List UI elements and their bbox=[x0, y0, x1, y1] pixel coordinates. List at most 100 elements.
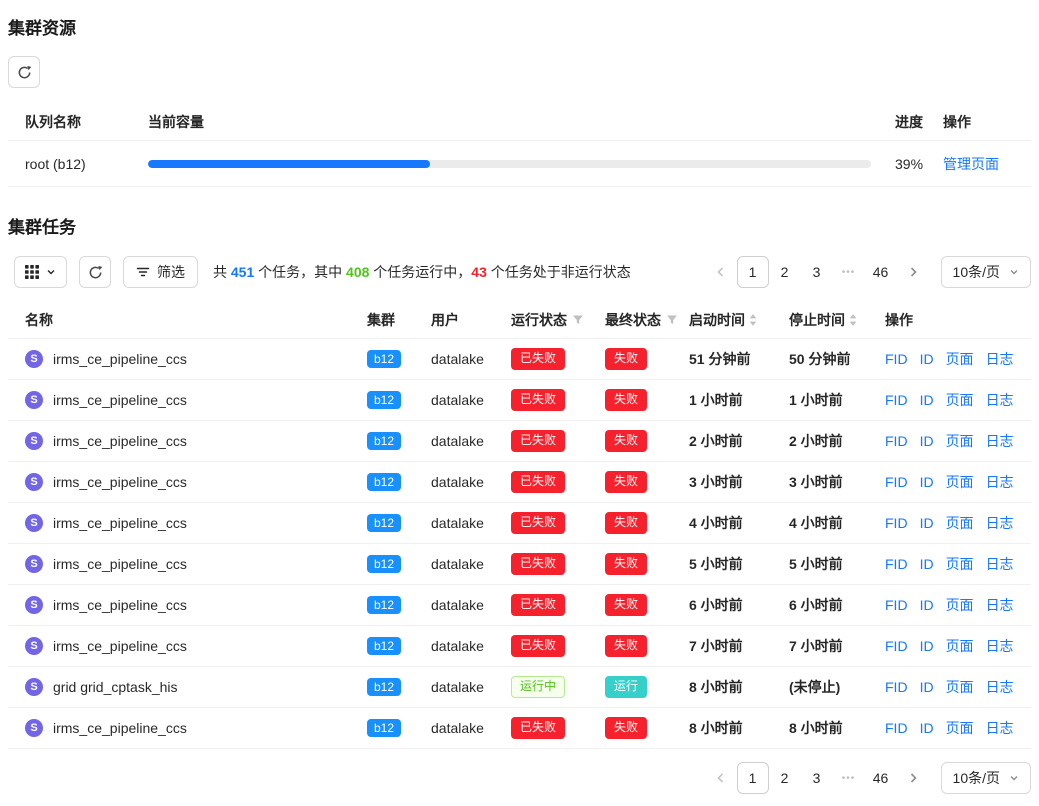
id-link[interactable]: ID bbox=[920, 392, 934, 408]
page-button-3[interactable]: 3 bbox=[801, 762, 833, 794]
log-link[interactable]: 日志 bbox=[986, 513, 1014, 533]
task-row: S irms_ce_pipeline_ccs b12 datalake 已失败 … bbox=[8, 380, 1031, 421]
summary-text: 共 bbox=[213, 264, 231, 280]
col-header-user: 用户 bbox=[431, 310, 511, 330]
refresh-icon bbox=[17, 65, 32, 80]
layout-dropdown-button[interactable] bbox=[14, 256, 67, 288]
resources-refresh-button[interactable] bbox=[8, 56, 40, 88]
fid-link[interactable]: FID bbox=[885, 351, 908, 367]
manage-page-link[interactable]: 管理页面 bbox=[943, 156, 999, 172]
fid-link[interactable]: FID bbox=[885, 515, 908, 531]
spark-avatar-icon: S bbox=[25, 350, 43, 368]
fid-link[interactable]: FID bbox=[885, 638, 908, 654]
page-button-2[interactable]: 2 bbox=[769, 762, 801, 794]
fid-link[interactable]: FID bbox=[885, 597, 908, 613]
footer: 1 2 3 ••• 46 10条/页 bbox=[8, 762, 1031, 794]
page-button-2[interactable]: 2 bbox=[769, 256, 801, 288]
page-button-46[interactable]: 46 bbox=[865, 256, 897, 288]
tasks-table-header: 名称 集群 用户 运行状态 最终状态 启动时间 bbox=[8, 302, 1031, 339]
next-page-button[interactable] bbox=[897, 762, 929, 794]
page-link[interactable]: 页面 bbox=[946, 472, 974, 492]
page-link[interactable]: 页面 bbox=[946, 595, 974, 615]
page-link[interactable]: 页面 bbox=[946, 349, 974, 369]
page-link[interactable]: 页面 bbox=[946, 636, 974, 656]
funnel-filter-icon[interactable] bbox=[572, 314, 584, 326]
col-header-start-time: 启动时间 bbox=[689, 310, 789, 330]
filter-button[interactable]: 筛选 bbox=[123, 256, 198, 288]
prev-page-button[interactable] bbox=[705, 256, 737, 288]
fid-link[interactable]: FID bbox=[885, 433, 908, 449]
log-link[interactable]: 日志 bbox=[986, 718, 1014, 738]
id-link[interactable]: ID bbox=[920, 515, 934, 531]
start-time: 4 小时前 bbox=[689, 513, 789, 533]
summary-text: 个任务运行中， bbox=[369, 264, 471, 280]
fid-link[interactable]: FID bbox=[885, 474, 908, 490]
id-link[interactable]: ID bbox=[920, 474, 934, 490]
task-row: S irms_ce_pipeline_ccs b12 datalake 已失败 … bbox=[8, 339, 1031, 380]
funnel-filter-icon[interactable] bbox=[666, 314, 678, 326]
grid-icon bbox=[25, 265, 39, 279]
fid-link[interactable]: FID bbox=[885, 679, 908, 695]
pagination-ellipsis[interactable]: ••• bbox=[833, 773, 865, 784]
task-name: irms_ce_pipeline_ccs bbox=[53, 392, 187, 408]
log-link[interactable]: 日志 bbox=[986, 595, 1014, 615]
id-link[interactable]: ID bbox=[920, 597, 934, 613]
log-link[interactable]: 日志 bbox=[986, 431, 1014, 451]
sort-icon[interactable] bbox=[848, 313, 858, 327]
page-link[interactable]: 页面 bbox=[946, 431, 974, 451]
page-link[interactable]: 页面 bbox=[946, 718, 974, 738]
stop-time: (未停止) bbox=[789, 677, 885, 697]
task-row: S irms_ce_pipeline_ccs b12 datalake 已失败 … bbox=[8, 626, 1031, 667]
next-page-button[interactable] bbox=[897, 256, 929, 288]
task-row: S irms_ce_pipeline_ccs b12 datalake 已失败 … bbox=[8, 421, 1031, 462]
task-summary: 共 451 个任务，其中 408 个任务运行中，43 个任务处于非运行状态 bbox=[213, 262, 631, 282]
log-link[interactable]: 日志 bbox=[986, 390, 1014, 410]
page-size-select[interactable]: 10条/页 bbox=[941, 256, 1031, 288]
pagination-bottom: 1 2 3 ••• 46 10条/页 bbox=[705, 762, 1031, 794]
prev-page-button[interactable] bbox=[705, 762, 737, 794]
page-button-3[interactable]: 3 bbox=[801, 256, 833, 288]
page-button-1[interactable]: 1 bbox=[737, 256, 769, 288]
page-link[interactable]: 页面 bbox=[946, 513, 974, 533]
log-link[interactable]: 日志 bbox=[986, 472, 1014, 492]
id-link[interactable]: ID bbox=[920, 679, 934, 695]
fid-link[interactable]: FID bbox=[885, 392, 908, 408]
run-status-badge: 运行中 bbox=[511, 676, 565, 698]
final-status-badge: 失败 bbox=[605, 512, 647, 534]
log-link[interactable]: 日志 bbox=[986, 677, 1014, 697]
page-size-select[interactable]: 10条/页 bbox=[941, 762, 1031, 794]
cluster-badge: b12 bbox=[367, 555, 401, 573]
id-link[interactable]: ID bbox=[920, 720, 934, 736]
run-status-badge: 已失败 bbox=[511, 389, 565, 411]
id-link[interactable]: ID bbox=[920, 351, 934, 367]
task-user: datalake bbox=[431, 597, 511, 613]
id-link[interactable]: ID bbox=[920, 556, 934, 572]
page-link[interactable]: 页面 bbox=[946, 554, 974, 574]
task-row: S irms_ce_pipeline_ccs b12 datalake 已失败 … bbox=[8, 585, 1031, 626]
page-button-46[interactable]: 46 bbox=[865, 762, 897, 794]
page-link[interactable]: 页面 bbox=[946, 390, 974, 410]
sort-icon[interactable] bbox=[748, 313, 758, 327]
log-link[interactable]: 日志 bbox=[986, 554, 1014, 574]
log-link[interactable]: 日志 bbox=[986, 636, 1014, 656]
final-status-badge: 失败 bbox=[605, 635, 647, 657]
tasks-refresh-button[interactable] bbox=[79, 256, 111, 288]
spark-avatar-icon: S bbox=[25, 555, 43, 573]
start-time: 3 小时前 bbox=[689, 472, 789, 492]
id-link[interactable]: ID bbox=[920, 638, 934, 654]
start-time: 1 小时前 bbox=[689, 390, 789, 410]
pagination-ellipsis[interactable]: ••• bbox=[833, 267, 865, 278]
col-header-action: 操作 bbox=[943, 112, 1031, 132]
task-user: datalake bbox=[431, 392, 511, 408]
final-status-badge: 运行 bbox=[605, 676, 647, 698]
page-button-1[interactable]: 1 bbox=[737, 762, 769, 794]
page-link[interactable]: 页面 bbox=[946, 677, 974, 697]
fid-link[interactable]: FID bbox=[885, 556, 908, 572]
id-link[interactable]: ID bbox=[920, 433, 934, 449]
fid-link[interactable]: FID bbox=[885, 720, 908, 736]
task-row: S irms_ce_pipeline_ccs b12 datalake 已失败 … bbox=[8, 544, 1031, 585]
stop-time: 5 小时前 bbox=[789, 554, 885, 574]
summary-total-count: 451 bbox=[231, 264, 254, 280]
task-name: irms_ce_pipeline_ccs bbox=[53, 474, 187, 490]
log-link[interactable]: 日志 bbox=[986, 349, 1014, 369]
